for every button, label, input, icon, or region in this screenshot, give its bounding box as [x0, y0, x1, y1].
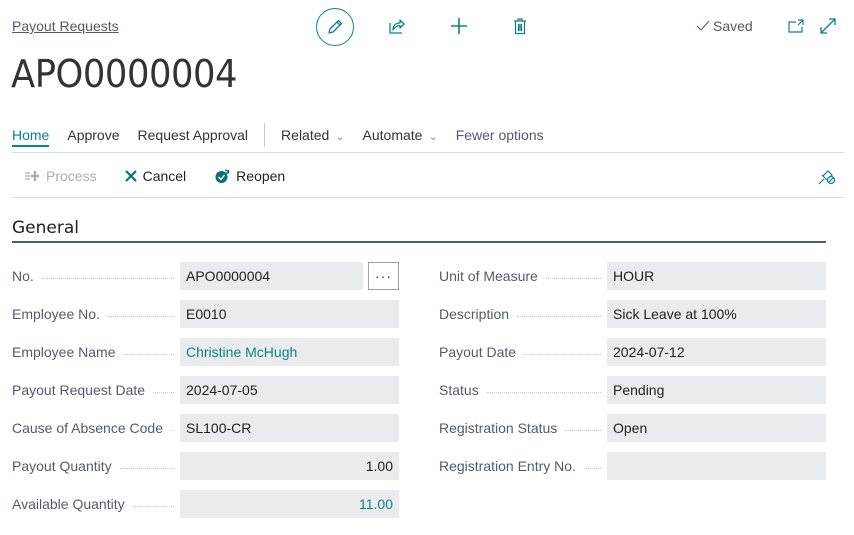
field-employee-no: Employee No. E0010 — [12, 300, 399, 328]
payout-request-date-input[interactable]: 2024-07-05 — [180, 376, 399, 404]
unpin-icon — [818, 170, 836, 185]
field-label: No. — [12, 268, 180, 284]
unit-of-measure-input[interactable]: HOUR — [607, 262, 826, 290]
chevron-down-icon: ⌄ — [335, 131, 345, 143]
open-new-window-icon — [788, 19, 804, 33]
delete-button[interactable] — [509, 15, 531, 37]
field-label: Employee Name — [12, 344, 180, 360]
reopen-button[interactable]: Reopen — [214, 168, 285, 184]
fewer-options-button[interactable]: Fewer options — [456, 127, 544, 143]
divider — [12, 152, 844, 153]
field-label: Unit of Measure — [439, 268, 607, 284]
field-employee-name: Employee Name Christine McHugh — [12, 338, 399, 366]
cause-of-absence-code-input[interactable]: SL100-CR — [180, 414, 399, 442]
field-label: Registration Entry No. — [439, 458, 607, 474]
cancel-button[interactable]: Cancel — [124, 168, 187, 184]
action-bar: Home Approve Request Approval Related ⌄ A… — [12, 123, 562, 147]
employee-no-input[interactable]: E0010 — [180, 300, 399, 328]
field-label: Payout Date — [439, 344, 607, 360]
field-label: Available Quantity — [12, 496, 180, 512]
available-quantity-link[interactable]: 11.00 — [180, 490, 399, 518]
tab-approve[interactable]: Approve — [67, 127, 119, 143]
field-label: Registration Status — [439, 420, 607, 436]
tab-request-approval[interactable]: Request Approval — [138, 127, 249, 143]
employee-name-link[interactable]: Christine McHugh — [180, 338, 399, 366]
section-underline — [12, 241, 826, 243]
menu-automate-label: Automate — [362, 127, 423, 143]
field-cause-of-absence-code: Cause of Absence Code SL100-CR — [12, 414, 399, 442]
no-input[interactable]: APO0000004 — [180, 262, 363, 290]
payout-date-input[interactable]: 2024-07-12 — [607, 338, 826, 366]
saved-status: Saved — [696, 18, 753, 34]
status-input[interactable]: Pending — [607, 376, 826, 404]
registration-entry-no-input[interactable] — [607, 452, 826, 480]
saved-label: Saved — [713, 18, 753, 34]
reopen-icon — [215, 169, 230, 183]
field-description: Description Sick Leave at 100% — [439, 300, 826, 328]
checkmark-icon — [696, 20, 710, 31]
field-available-quantity: Available Quantity 11.00 — [12, 490, 399, 518]
tab-home[interactable]: Home — [12, 127, 50, 147]
page-title: APO0000004 — [11, 52, 238, 96]
field-payout-date: Payout Date 2024-07-12 — [439, 338, 826, 366]
field-label: Cause of Absence Code — [12, 420, 180, 436]
field-label: Payout Request Date — [12, 382, 180, 398]
field-label: Payout Quantity — [12, 458, 180, 474]
registration-status-input[interactable]: Open — [607, 414, 826, 442]
menu-automate[interactable]: Automate ⌄ — [363, 127, 438, 143]
sub-actions: Process Cancel Reopen — [24, 166, 313, 186]
pencil-edit-icon — [328, 19, 343, 34]
plus-new-icon — [451, 18, 467, 34]
field-label: Employee No. — [12, 306, 180, 322]
field-registration-status: Registration Status Open — [439, 414, 826, 442]
share-icon — [389, 19, 405, 34]
trash-delete-icon — [514, 18, 526, 35]
field-registration-entry-no: Registration Entry No. — [439, 452, 826, 480]
description-input[interactable]: Sick Leave at 100% — [607, 300, 826, 328]
process-icon — [25, 171, 39, 181]
breadcrumb-payout-requests[interactable]: Payout Requests — [12, 18, 119, 34]
field-unit-of-measure: Unit of Measure HOUR — [439, 262, 826, 290]
field-label: Status — [439, 382, 607, 398]
cancel-x-icon — [124, 170, 137, 182]
chevron-down-icon: ⌄ — [428, 131, 438, 143]
action-bar-divider — [264, 123, 266, 147]
process-button[interactable]: Process — [24, 168, 97, 184]
menu-related[interactable]: Related ⌄ — [281, 127, 344, 143]
field-status: Status Pending — [439, 376, 826, 404]
field-no: No. APO0000004 — [12, 262, 363, 290]
expand-icon — [820, 18, 836, 34]
assist-edit-button[interactable]: ··· — [368, 262, 399, 290]
share-button[interactable] — [386, 15, 408, 37]
unpin-button[interactable] — [818, 167, 836, 185]
expand-button[interactable] — [817, 15, 839, 37]
new-button[interactable] — [448, 15, 470, 37]
process-label: Process — [46, 168, 97, 184]
open-new-window-button[interactable] — [785, 15, 807, 37]
payout-quantity-input[interactable]: 1.00 — [180, 452, 399, 480]
field-payout-quantity: Payout Quantity 1.00 — [12, 452, 399, 480]
divider — [12, 197, 844, 198]
field-payout-request-date: Payout Request Date 2024-07-05 — [12, 376, 399, 404]
field-label: Description — [439, 306, 607, 322]
edit-button[interactable] — [316, 8, 354, 46]
section-title-general[interactable]: General — [12, 218, 79, 238]
reopen-label: Reopen — [236, 168, 286, 184]
menu-related-label: Related — [281, 127, 330, 143]
cancel-label: Cancel — [142, 168, 187, 184]
